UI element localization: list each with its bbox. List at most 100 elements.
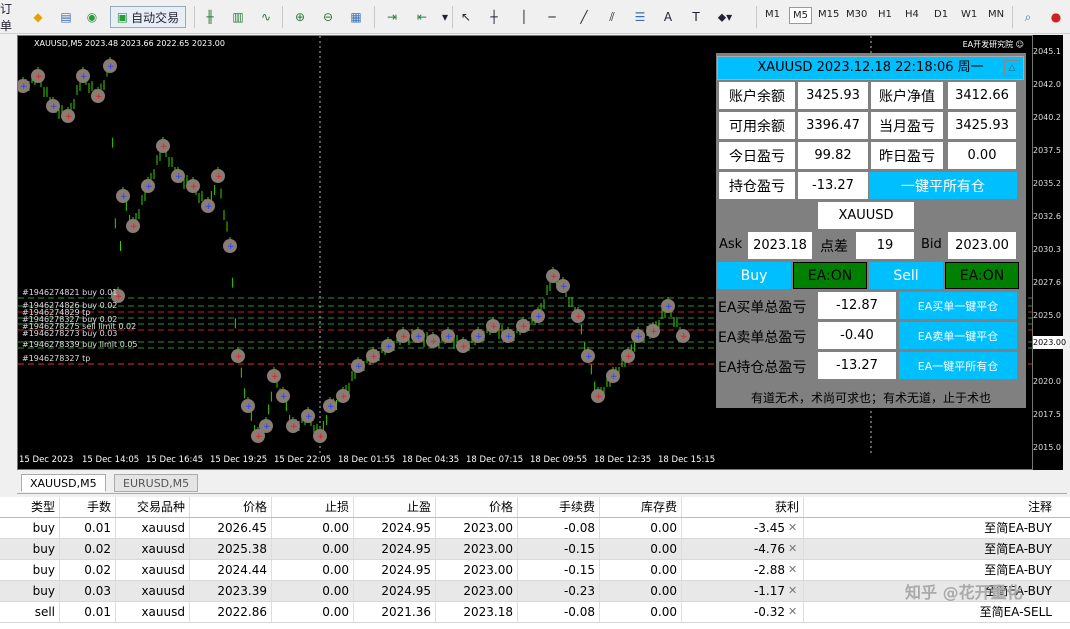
current-price-tag: 2023.00 bbox=[1033, 336, 1067, 349]
col-header[interactable]: 注释 bbox=[804, 497, 1056, 517]
trade-marker-glyph: + bbox=[625, 352, 633, 362]
col-header[interactable]: 价格 bbox=[190, 497, 272, 517]
table-cell: -0.08 bbox=[518, 602, 600, 622]
close-icon[interactable]: ✕ bbox=[788, 581, 797, 601]
chart-shift-icon[interactable]: ⇤ bbox=[412, 6, 432, 28]
autoscroll-icon[interactable]: ⇥ bbox=[382, 6, 402, 28]
trade-marker-glyph: + bbox=[635, 332, 643, 342]
col-header[interactable]: 交易品种 bbox=[116, 497, 190, 517]
ea-sell-toggle[interactable]: EA:ON bbox=[945, 262, 1019, 289]
col-header[interactable]: 库存费 bbox=[600, 497, 682, 517]
tile-windows-icon[interactable]: ▦ bbox=[346, 6, 366, 28]
table-row[interactable]: buy 0.01 xauusd 2026.45 0.00 2024.95 2023.00 -0… bbox=[0, 518, 1070, 539]
table-cell: 2023.00 bbox=[436, 518, 518, 538]
trendline-icon[interactable]: ╱ bbox=[574, 6, 594, 28]
table-row[interactable]: buy 0.02 xauusd 2025.38 0.00 2024.95 2023.00 -0… bbox=[0, 539, 1070, 560]
collapse-button[interactable]: △ bbox=[1004, 60, 1020, 76]
timeframe-m5[interactable]: M5 bbox=[789, 7, 812, 24]
bid-label: Bid bbox=[921, 237, 942, 252]
col-header[interactable]: 获利 bbox=[682, 497, 804, 517]
table-cell: buy bbox=[0, 539, 60, 559]
zoom-in-icon[interactable]: ⊕ bbox=[290, 6, 310, 28]
col-header[interactable]: 价格 bbox=[436, 497, 518, 517]
signal-icon[interactable]: ◉ bbox=[82, 6, 102, 28]
sell-button[interactable]: Sell bbox=[869, 262, 943, 289]
yesterday-pnl-label: 昨日盈亏 bbox=[871, 142, 943, 169]
trade-marker-glyph: + bbox=[520, 322, 528, 332]
table-cell: 0.00 bbox=[272, 602, 354, 622]
ea-buy-close-button[interactable]: EA买单一键平仓 bbox=[899, 292, 1017, 319]
close-icon[interactable]: ✕ bbox=[788, 518, 797, 538]
month-pnl-value: 3425.93 bbox=[948, 112, 1016, 139]
trade-marker-glyph: + bbox=[460, 342, 468, 352]
channel-icon[interactable]: ⫽ bbox=[602, 6, 622, 28]
trade-marker-glyph: + bbox=[271, 372, 279, 382]
ea-sell-pnl-value: -0.40 bbox=[818, 322, 896, 349]
bar-chart-icon[interactable]: ╫ bbox=[200, 6, 220, 28]
table-cell: -4.76 bbox=[682, 539, 804, 559]
col-header[interactable]: 手续费 bbox=[518, 497, 600, 517]
price-tick: 2017.5 bbox=[1033, 410, 1061, 419]
text-label-icon[interactable]: T bbox=[686, 6, 706, 28]
timeframe-m1[interactable]: M1 bbox=[765, 9, 780, 20]
ea-close-all-button[interactable]: EA一键平所有仓 bbox=[899, 352, 1017, 379]
trade-marker-glyph: + bbox=[680, 332, 688, 342]
price-tick: 2045.1 bbox=[1033, 47, 1061, 56]
price-axis: 2045.1 2042.0 2040.2 2037.5 2035.2 2032.… bbox=[1033, 35, 1063, 470]
menu-partial[interactable]: 订单 bbox=[0, 2, 16, 33]
line-chart-icon[interactable]: ∿ bbox=[256, 6, 276, 28]
vertical-line-icon[interactable]: │ bbox=[514, 6, 534, 28]
trade-marker-glyph: + bbox=[190, 182, 198, 192]
timeframe-w1[interactable]: W1 bbox=[961, 9, 977, 20]
timeframe-d1[interactable]: D1 bbox=[934, 9, 948, 20]
col-header[interactable]: 手数 bbox=[60, 497, 116, 517]
timeframe-h1[interactable]: H1 bbox=[878, 9, 892, 20]
zoom-out-icon[interactable]: ⊖ bbox=[318, 6, 338, 28]
timeframe-m15[interactable]: M15 bbox=[818, 9, 839, 20]
watermark: 知乎 @花开量化 bbox=[905, 583, 1023, 602]
timeframe-m30[interactable]: M30 bbox=[846, 9, 867, 20]
horizontal-line-icon[interactable]: ─ bbox=[542, 6, 562, 28]
time-label: 15 Dec 22:05 bbox=[274, 455, 332, 465]
table-row[interactable]: sell 0.01 xauusd 2022.86 0.00 2021.36 2023.18-… bbox=[0, 602, 1070, 623]
tab-xauusd[interactable]: XAUUSD,M5 bbox=[21, 474, 106, 492]
autotrade-label: 自动交易 bbox=[131, 10, 180, 25]
folder-icon[interactable]: ◆ bbox=[28, 6, 48, 28]
time-label: 18 Dec 09:55 bbox=[530, 455, 588, 465]
close-icon[interactable]: ✕ bbox=[788, 602, 797, 622]
table-cell: -2.88 bbox=[682, 560, 804, 580]
timeframe-mn[interactable]: MN bbox=[988, 9, 1004, 20]
cursor-icon[interactable]: ↖ bbox=[456, 6, 476, 28]
timeframe-h4[interactable]: H4 bbox=[905, 9, 919, 20]
col-header[interactable]: 类型 bbox=[0, 497, 60, 517]
table-cell: 0.02 bbox=[60, 560, 116, 580]
col-header[interactable]: 止损 bbox=[272, 497, 354, 517]
autotrade-button[interactable]: ▣ 自动交易 bbox=[110, 6, 186, 28]
trade-marker-glyph: + bbox=[145, 182, 153, 192]
database-icon[interactable]: ▤ bbox=[56, 6, 76, 28]
close-icon[interactable]: ✕ bbox=[788, 560, 797, 580]
text-icon[interactable]: A bbox=[658, 6, 678, 28]
trade-marker-glyph: + bbox=[227, 242, 235, 252]
search-icon[interactable]: ⌕ bbox=[1018, 6, 1038, 28]
crosshair-icon[interactable]: ┼ bbox=[484, 6, 504, 28]
chevron-down-icon[interactable]: ▾ bbox=[438, 6, 452, 28]
trade-marker-glyph: + bbox=[35, 72, 43, 82]
tab-eurusd[interactable]: EURUSD,M5 bbox=[114, 474, 199, 492]
trade-marker-glyph: + bbox=[235, 352, 243, 362]
ea-buy-toggle[interactable]: EA:ON bbox=[793, 262, 867, 289]
table-cell: 2022.86 bbox=[190, 602, 272, 622]
close-all-button[interactable]: 一键平所有仓 bbox=[869, 172, 1017, 199]
trade-marker-glyph: + bbox=[107, 62, 115, 72]
ea-sell-close-button[interactable]: EA卖单一键平仓 bbox=[899, 322, 1017, 349]
col-header[interactable]: 止盈 bbox=[354, 497, 436, 517]
fibonacci-icon[interactable]: ☰ bbox=[630, 6, 650, 28]
close-icon[interactable]: ✕ bbox=[788, 539, 797, 559]
buy-button[interactable]: Buy bbox=[717, 262, 791, 289]
table-row[interactable]: buy 0.02 xauusd 2024.44 0.00 2024.95 2023.00 -0… bbox=[0, 560, 1070, 581]
alert-icon[interactable]: ● bbox=[1046, 6, 1066, 28]
table-cell: -0.15 bbox=[518, 560, 600, 580]
arrows-icon[interactable]: ⬥▾ bbox=[712, 6, 738, 28]
order-label: #1946278273 buy 0.03 bbox=[22, 329, 118, 338]
candlestick-icon[interactable]: ▥ bbox=[228, 6, 248, 28]
